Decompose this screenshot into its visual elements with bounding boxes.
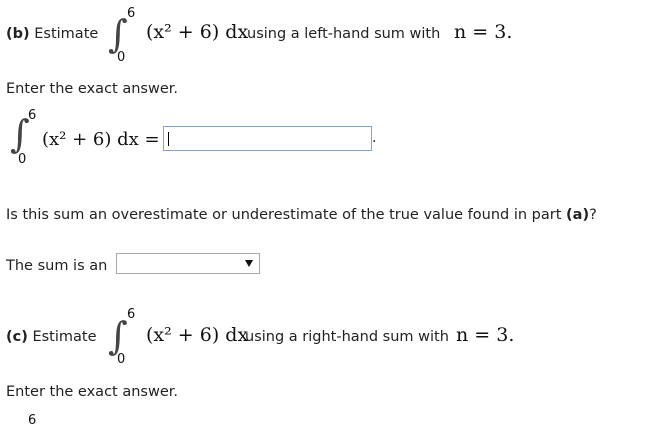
part-b-prefix: Estimate — [34, 26, 99, 42]
part-c-method-text: using a right-hand sum with — [245, 329, 449, 345]
chevron-down-icon — [245, 260, 253, 267]
answer-trailing-dot: . — [372, 130, 377, 146]
part-c-upper-limit: 6 — [127, 307, 136, 322]
part-b-n-expr: n = 3. — [454, 21, 513, 43]
part-c-label: (c) — [6, 329, 28, 345]
part-b-instruction: Enter the exact answer. — [6, 81, 178, 97]
part-c-heading: (c) Estimate — [6, 329, 97, 345]
part-b-method-text: using a left-hand sum with — [247, 26, 441, 42]
over-under-dropdown[interactable] — [116, 253, 260, 274]
part-c-integrand: (x² + 6) dx — [146, 324, 249, 346]
question-end: ? — [589, 207, 597, 223]
over-under-question: Is this sum an overestimate or underesti… — [6, 207, 597, 223]
part-b-label: (b) — [6, 26, 30, 42]
text-caret — [168, 132, 169, 146]
question-text: Is this sum an overestimate or underesti… — [6, 207, 562, 223]
part-c-answer-upper-limit: 6 — [28, 413, 37, 428]
answer-lower-limit: 0 — [18, 152, 27, 167]
part-b-upper-limit: 6 — [127, 6, 136, 21]
answer-input[interactable] — [163, 126, 372, 151]
part-c-prefix: Estimate — [32, 329, 97, 345]
answer-upper-limit: 6 — [28, 108, 37, 123]
answer-integrand: (x² + 6) dx = — [42, 129, 160, 150]
integral-sign-icon: ∫ — [10, 112, 30, 156]
part-c-lower-limit: 0 — [117, 352, 126, 367]
question-part-ref: (a) — [566, 207, 590, 223]
part-b-lower-limit: 0 — [117, 50, 126, 65]
part-b-heading: (b) Estimate — [6, 26, 98, 42]
part-b-integrand: (x² + 6) dx — [146, 21, 249, 43]
part-c-instruction: Enter the exact answer. — [6, 384, 178, 400]
part-c-n-expr: n = 3. — [456, 324, 515, 346]
sum-label: The sum is an — [6, 258, 108, 274]
